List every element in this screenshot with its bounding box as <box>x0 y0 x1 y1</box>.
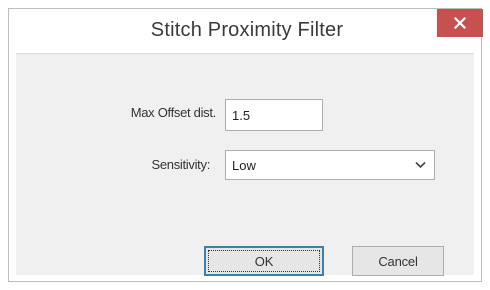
cancel-button[interactable]: Cancel <box>352 246 444 276</box>
dialog-title: Stitch Proximity Filter <box>150 19 344 41</box>
close-button[interactable] <box>437 9 483 37</box>
sensitivity-selected-value: Low <box>232 158 256 173</box>
chevron-down-icon <box>415 161 426 169</box>
sensitivity-select[interactable]: Low <box>225 150 435 180</box>
max-offset-label: Max Offset dist. <box>130 105 217 120</box>
cancel-button-label: Cancel <box>378 253 418 269</box>
title-bar[interactable]: Stitch Proximity Filter <box>9 9 483 53</box>
ok-button[interactable]: OK <box>204 246 324 276</box>
dialog-window: Stitch Proximity Filter Max Offset dist.… <box>8 8 483 282</box>
dialog-body: Max Offset dist. Sensitivity: Low OK Can… <box>16 53 474 276</box>
sensitivity-label: Sensitivity: <box>151 157 210 172</box>
close-icon <box>454 17 466 29</box>
max-offset-input[interactable] <box>225 99 323 131</box>
ok-button-label: OK <box>254 253 274 269</box>
